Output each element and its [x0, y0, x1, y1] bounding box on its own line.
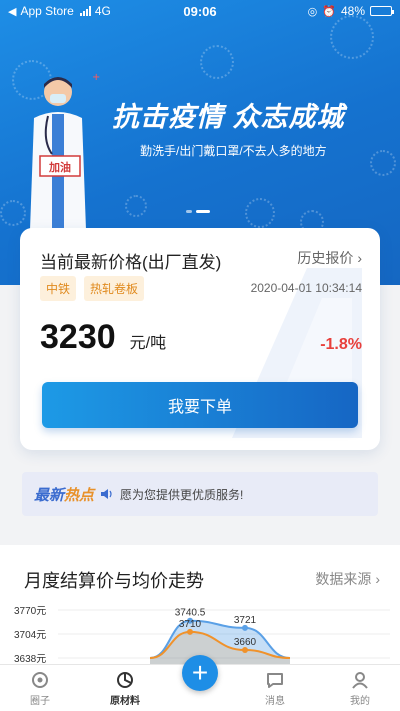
hot-news-bar[interactable]: 最新 热点 愿为您提供更优质服务! [22, 472, 378, 516]
chart-pie-icon [117, 672, 133, 688]
product-tag: 热轧卷板 [84, 276, 145, 301]
data-source-link[interactable]: 数据来源 › [315, 569, 380, 589]
message-icon [267, 673, 283, 688]
doctor-illustration: 加油 + [30, 72, 100, 230]
carrier-label: App Store [20, 4, 74, 18]
add-button[interactable]: + [182, 655, 218, 691]
alarm-icon: ⏰ [322, 5, 336, 18]
price-value: 3230 [40, 318, 116, 356]
banner-subtitle: 勤洗手/出门戴口罩/不去人多的地方 [140, 144, 327, 158]
hot-news-label-new: 最新 [34, 486, 65, 504]
carousel-dot[interactable] [186, 210, 192, 213]
signal-icon [79, 6, 91, 16]
data-label: 3660 [234, 637, 257, 648]
supplier-tag: 中铁 [40, 276, 77, 301]
tab-circle-label: 圈子 [30, 696, 50, 707]
history-price-link[interactable]: 历史报价 › [297, 248, 362, 268]
tab-raw-materials-label: 原材料 [110, 696, 140, 707]
person-icon [352, 672, 368, 689]
data-source-label: 数据来源 [315, 571, 372, 587]
price-tags: 中铁 热轧卷板 [40, 276, 145, 301]
tab-profile[interactable]: 我的 [320, 665, 400, 711]
carousel-indicator[interactable] [186, 210, 210, 213]
y-tick-label: 3770元 [14, 606, 46, 617]
carousel-dot-active[interactable] [196, 210, 210, 213]
data-label: 3710 [179, 619, 202, 630]
hot-news-message: 愿为您提供更优质服务! [120, 487, 244, 502]
chevron-right-icon: › [357, 250, 362, 266]
tab-messages-label: 消息 [265, 696, 285, 707]
price-change: -1.8% [320, 336, 362, 353]
battery-percent: 48% [340, 4, 365, 18]
speaker-icon [101, 489, 112, 499]
network-label: 4G [94, 4, 111, 18]
trend-title: 月度结算价与均价走势 [24, 571, 204, 591]
chevron-right-icon: › [375, 571, 380, 587]
battery-icon [370, 6, 394, 16]
current-price: 3230 元/吨 [40, 318, 166, 357]
circle-icon [32, 672, 48, 688]
tab-raw-materials[interactable]: 原材料 [85, 665, 165, 711]
price-card-title: 当前最新价格(出厂直发) [40, 253, 222, 272]
place-order-button[interactable]: 我要下单 [42, 382, 358, 428]
price-card: 当前最新价格(出厂直发) 历史报价 › 中铁 热轧卷板 2020-04-01 1… [20, 228, 380, 450]
tab-profile-label: 我的 [350, 696, 370, 707]
hot-news-label-hot: 热点 [64, 486, 95, 504]
banner-title: 抗击疫情 众志成城 [112, 102, 345, 132]
cheer-sign-text: 加油 [48, 160, 71, 174]
tab-circle[interactable]: 圈子 [0, 665, 80, 711]
location-icon: ◎ [307, 5, 318, 18]
svg-text:+: + [92, 72, 100, 83]
status-bar: ◀ App Store 4G 09:06 ◎ ⏰ 48% [0, 0, 400, 22]
price-timestamp: 2020-04-01 10:34:14 [250, 281, 362, 295]
history-price-label: 历史报价 [297, 250, 354, 266]
back-arrow-icon[interactable]: ◀ [8, 5, 16, 18]
data-label: 3721 [234, 615, 257, 626]
price-unit: 元/吨 [129, 335, 167, 352]
tab-messages[interactable]: 消息 [235, 665, 315, 711]
data-label: 3740.5 [175, 608, 206, 619]
y-tick-label: 3704元 [14, 630, 46, 641]
